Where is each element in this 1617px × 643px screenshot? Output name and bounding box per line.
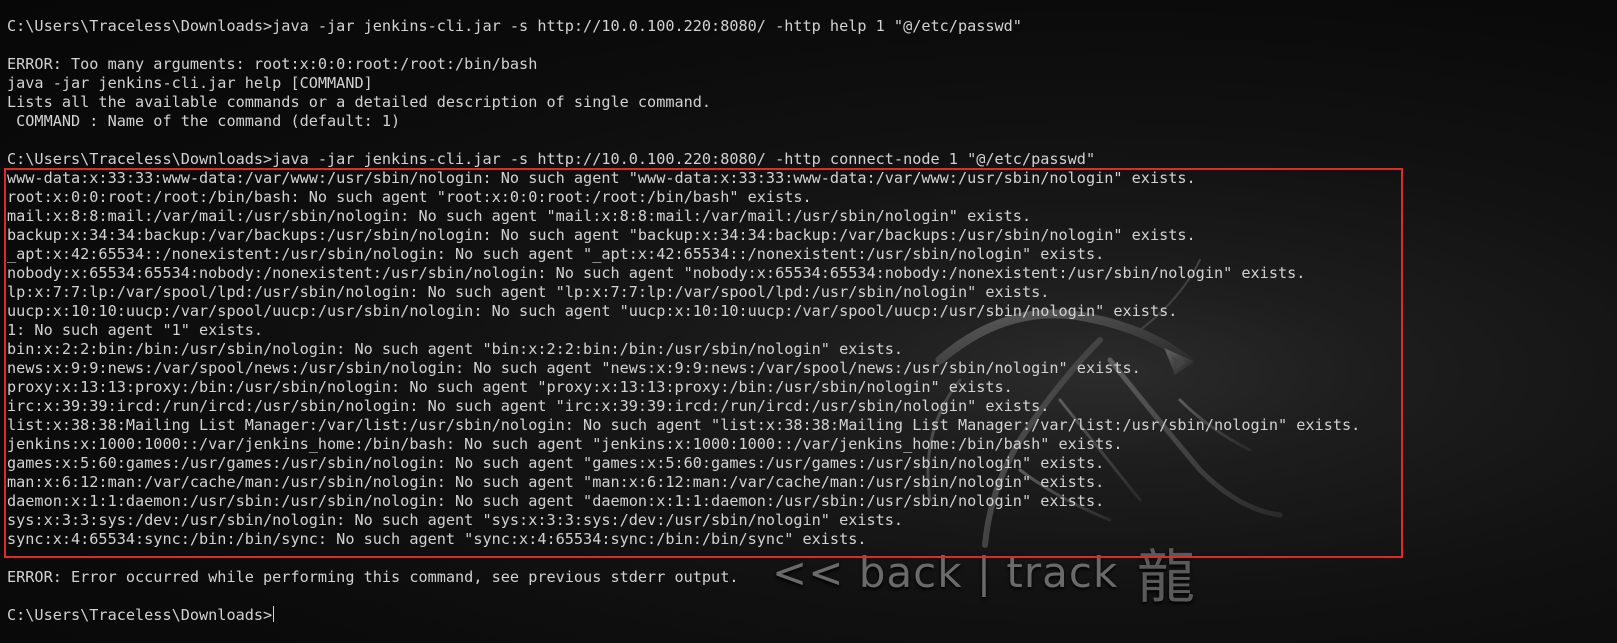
terminal-line: jenkins:x:1000:1000::/var/jenkins_home:/… bbox=[7, 435, 1123, 453]
terminal-line: C:\Users\Traceless\Downloads>java -jar j… bbox=[7, 17, 1022, 35]
terminal-line: bin:x:2:2:bin:/bin:/usr/sbin/nologin: No… bbox=[7, 340, 904, 358]
terminal-line: _apt:x:42:65534::/nonexistent:/usr/sbin/… bbox=[7, 245, 1105, 263]
terminal-line: irc:x:39:39:ircd:/run/ircd:/usr/sbin/nol… bbox=[7, 397, 1050, 415]
terminal-line: games:x:5:60:games:/usr/games:/usr/sbin/… bbox=[7, 454, 1105, 472]
command-prompt: C:\Users\Traceless\Downloads> bbox=[7, 606, 273, 624]
terminal-line: nobody:x:65534:65534:nobody:/nonexistent… bbox=[7, 264, 1306, 282]
terminal-line: 1: No such agent "1" exists. bbox=[7, 321, 264, 339]
terminal-line: proxy:x:13:13:proxy:/bin:/usr/sbin/nolog… bbox=[7, 378, 1013, 396]
command-prompt-line[interactable]: C:\Users\Traceless\Downloads> bbox=[7, 606, 1360, 625]
terminal-line: backup:x:34:34:backup:/var/backups:/usr/… bbox=[7, 226, 1196, 244]
terminal-line: C:\Users\Traceless\Downloads>java -jar j… bbox=[7, 150, 1096, 168]
text-cursor bbox=[273, 606, 275, 622]
terminal-line: Lists all the available commands or a de… bbox=[7, 93, 712, 111]
terminal-line: www-data:x:33:33:www-data:/var/www:/usr/… bbox=[7, 169, 1196, 187]
terminal-line: ERROR: Too many arguments: root:x:0:0:ro… bbox=[7, 55, 538, 73]
terminal-line: java -jar jenkins-cli.jar help [COMMAND] bbox=[7, 74, 373, 92]
terminal-line: sys:x:3:3:sys:/dev:/usr/sbin/nologin: No… bbox=[7, 511, 904, 529]
terminal-line: ERROR: Error occurred while performing t… bbox=[7, 568, 739, 586]
terminal-line: news:x:9:9:news:/var/spool/news:/usr/sbi… bbox=[7, 359, 1141, 377]
terminal-line: mail:x:8:8:mail:/var/mail:/usr/sbin/nolo… bbox=[7, 207, 1032, 225]
terminal-line: list:x:38:38:Mailing List Manager:/var/l… bbox=[7, 416, 1361, 434]
terminal-line: uucp:x:10:10:uucp:/var/spool/uucp:/usr/s… bbox=[7, 302, 1178, 320]
terminal-line: man:x:6:12:man:/var/cache/man:/usr/sbin/… bbox=[7, 473, 1105, 491]
terminal-window[interactable]: << back | track 龍 C:\Users\Traceless\Dow… bbox=[0, 0, 1617, 643]
terminal-line: COMMAND : Name of the command (default: … bbox=[7, 112, 401, 130]
terminal-line: daemon:x:1:1:daemon:/usr/sbin:/usr/sbin/… bbox=[7, 492, 1105, 510]
terminal-line: root:x:0:0:root:/root:/bin/bash: No such… bbox=[7, 188, 812, 206]
terminal-line: lp:x:7:7:lp:/var/spool/lpd:/usr/sbin/nol… bbox=[7, 283, 1050, 301]
terminal-line: sync:x:4:65534:sync:/bin:/bin/sync: No s… bbox=[7, 530, 867, 548]
terminal-output[interactable]: C:\Users\Traceless\Downloads> java -jar j… bbox=[7, 17, 1360, 625]
